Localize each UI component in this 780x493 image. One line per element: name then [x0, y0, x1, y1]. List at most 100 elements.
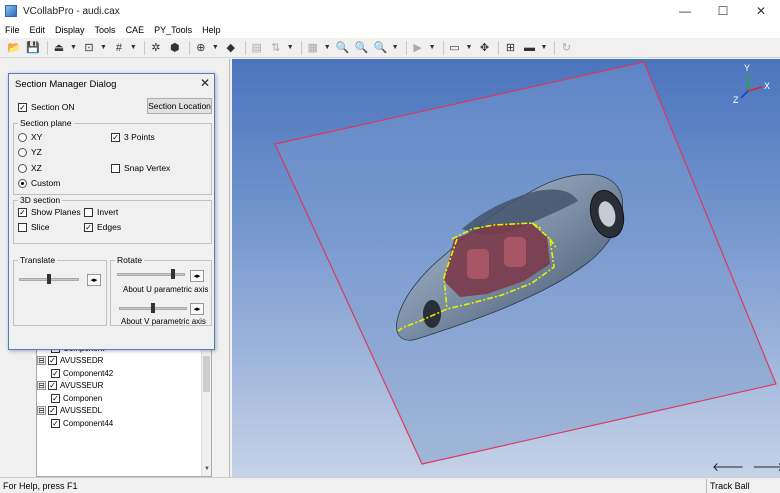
tree-scrollbar[interactable]: ▲ ▼	[201, 342, 211, 476]
rotate-u-spinner[interactable]: ◂▸	[190, 270, 204, 282]
tree-row[interactable]: ✓ Componen	[51, 392, 102, 404]
radio-xz[interactable]: XZ	[18, 163, 42, 173]
tree-row[interactable]: ⊟ ✓ AVUSSEUR	[37, 380, 103, 392]
chevron-down-icon[interactable]: ▼	[130, 44, 137, 51]
chevron-down-icon[interactable]: ▼	[212, 44, 219, 51]
save-icon[interactable]: 💾	[25, 40, 41, 56]
tree-row[interactable]: ⊟ ✓ AVUSSEDL	[37, 405, 102, 417]
status-bar: For Help, press F1 Track Ball	[0, 477, 780, 493]
tree-checkbox[interactable]: ✓	[51, 393, 60, 403]
section-icon[interactable]: ⊕	[193, 40, 209, 56]
3d-viewport[interactable]: Y X Z	[232, 59, 780, 477]
chevron-down-icon[interactable]: ▼	[392, 44, 399, 51]
slice-checkbox[interactable]: Slice	[18, 222, 49, 232]
snap-vertex-checkbox[interactable]: Snap Vertex	[111, 163, 170, 173]
toolbar-separator	[47, 40, 48, 55]
rotate-v-slider-thumb[interactable]	[151, 303, 155, 313]
tree-row[interactable]: ⊟ ✓ AVUSSEDR	[37, 355, 103, 367]
ruler-icon[interactable]: ▬	[521, 40, 537, 56]
legend-icon[interactable]: ▦	[305, 40, 321, 56]
axis-label-z: Z	[733, 95, 739, 105]
fit-view-icon[interactable]: ⊡	[81, 40, 97, 56]
checkbox-box	[18, 222, 27, 232]
group-label: Translate	[18, 255, 58, 265]
edges-label: Edges	[97, 222, 122, 232]
menu-file[interactable]: File	[0, 25, 25, 35]
chevron-down-icon[interactable]: ▼	[100, 44, 107, 51]
refresh-icon[interactable]: ↻	[558, 40, 574, 56]
dialog-close-icon[interactable]: ✕	[200, 76, 210, 90]
show-planes-label: Show Planes	[31, 207, 81, 217]
checkbox-box	[84, 207, 93, 217]
invert-checkbox[interactable]: Invert	[84, 207, 118, 217]
explode-icon[interactable]: ✲	[148, 40, 164, 56]
tree-checkbox[interactable]: ✓	[48, 406, 57, 415]
show-planes-checkbox[interactable]: ✓ Show Planes	[18, 207, 81, 217]
maximize-button[interactable]: ☐	[704, 0, 742, 22]
tree-row[interactable]: ✓ Component44	[51, 417, 113, 429]
tree-row[interactable]: ✓ Component42	[51, 367, 113, 379]
toolbar-separator	[442, 40, 444, 55]
invert-label: Invert	[97, 207, 119, 217]
component-tree[interactable]: ✓Component⊟✓AVUSSEDR✓Component42⊟✓AVUSSE…	[36, 341, 212, 477]
radio-custom[interactable]: Custom	[18, 178, 60, 188]
layers-icon[interactable]: ▤	[249, 40, 265, 56]
tree-expander-icon[interactable]: ⊟	[37, 356, 46, 365]
marker-icon[interactable]: ◆	[223, 40, 239, 56]
scroll-thumb[interactable]	[203, 356, 210, 392]
scroll-down-icon[interactable]: ▼	[202, 466, 212, 476]
radio-label: XY	[31, 132, 43, 142]
group-label: Rotate	[115, 255, 145, 265]
tree-checkbox[interactable]: ✓	[51, 368, 60, 378]
zoom-out-icon[interactable]: 🔍	[354, 40, 370, 56]
probe-icon[interactable]: ⊞	[502, 40, 518, 56]
radio-label: XZ	[31, 163, 42, 173]
three-points-checkbox[interactable]: ✓ 3 Points	[111, 132, 155, 142]
open-icon[interactable]: 📂	[6, 40, 22, 56]
chevron-down-icon[interactable]: ▼	[466, 44, 473, 51]
section-location-button[interactable]: Section Location	[147, 98, 212, 114]
grid-icon[interactable]: #	[111, 40, 127, 56]
minimize-button[interactable]: —	[666, 0, 704, 22]
radio-xy[interactable]: XY	[18, 132, 42, 142]
translate-slider-thumb[interactable]	[47, 274, 51, 284]
menu-help[interactable]: Help	[197, 25, 226, 35]
chevron-down-icon[interactable]: ▼	[70, 44, 77, 51]
chevron-down-icon[interactable]: ▼	[429, 44, 436, 51]
rotate-v-spinner[interactable]: ◂▸	[190, 303, 204, 315]
close-button[interactable]: ✕	[742, 0, 780, 22]
play-icon[interactable]: ▶	[410, 40, 426, 56]
menu-cae[interactable]: CAE	[121, 25, 150, 35]
section-on-checkbox[interactable]: ✓ Section ON	[18, 102, 74, 112]
measure-icon[interactable]: ✥	[476, 40, 492, 56]
arrow-right-icon[interactable]: 🡒	[752, 459, 780, 474]
chevron-down-icon[interactable]: ▼	[287, 44, 294, 51]
about-u-label: About U parametric axis	[123, 285, 209, 294]
toolbar-separator	[244, 40, 246, 55]
zoom-area-icon[interactable]: 🔍	[373, 40, 389, 56]
tree-expander-icon[interactable]: ⊟	[37, 406, 46, 415]
sort-icon[interactable]: ⇅	[268, 40, 284, 56]
tree-expander-icon[interactable]: ⊟	[37, 381, 46, 390]
annotation-icon[interactable]: ▭	[447, 40, 463, 56]
menu-edit[interactable]: Edit	[25, 25, 51, 35]
zoom-in-icon[interactable]: 🔍	[335, 40, 351, 56]
menu-display[interactable]: Display	[50, 25, 90, 35]
tree-checkbox[interactable]: ✓	[48, 381, 57, 390]
radio-yz[interactable]: YZ	[18, 147, 42, 157]
section-on-label: Section ON	[31, 102, 75, 112]
arrow-left-icon[interactable]: 🡐	[712, 459, 744, 474]
edges-checkbox[interactable]: ✓ Edges	[84, 222, 121, 232]
checkbox-box: ✓	[111, 132, 120, 142]
chevron-down-icon[interactable]: ▼	[540, 44, 547, 51]
home-view-icon[interactable]: ⏏	[51, 40, 67, 56]
tree-checkbox[interactable]: ✓	[51, 418, 60, 428]
menu-tools[interactable]: Tools	[90, 25, 121, 35]
tree-checkbox[interactable]: ✓	[48, 356, 57, 365]
menu-py-tools[interactable]: PY_Tools	[149, 25, 197, 35]
rotate-u-slider-thumb[interactable]	[171, 269, 175, 279]
chevron-down-icon[interactable]: ▼	[324, 44, 331, 51]
translate-spinner[interactable]: ◂▸	[87, 274, 101, 286]
cube-icon[interactable]: ⬢	[167, 40, 183, 56]
radio-circle	[18, 147, 27, 157]
